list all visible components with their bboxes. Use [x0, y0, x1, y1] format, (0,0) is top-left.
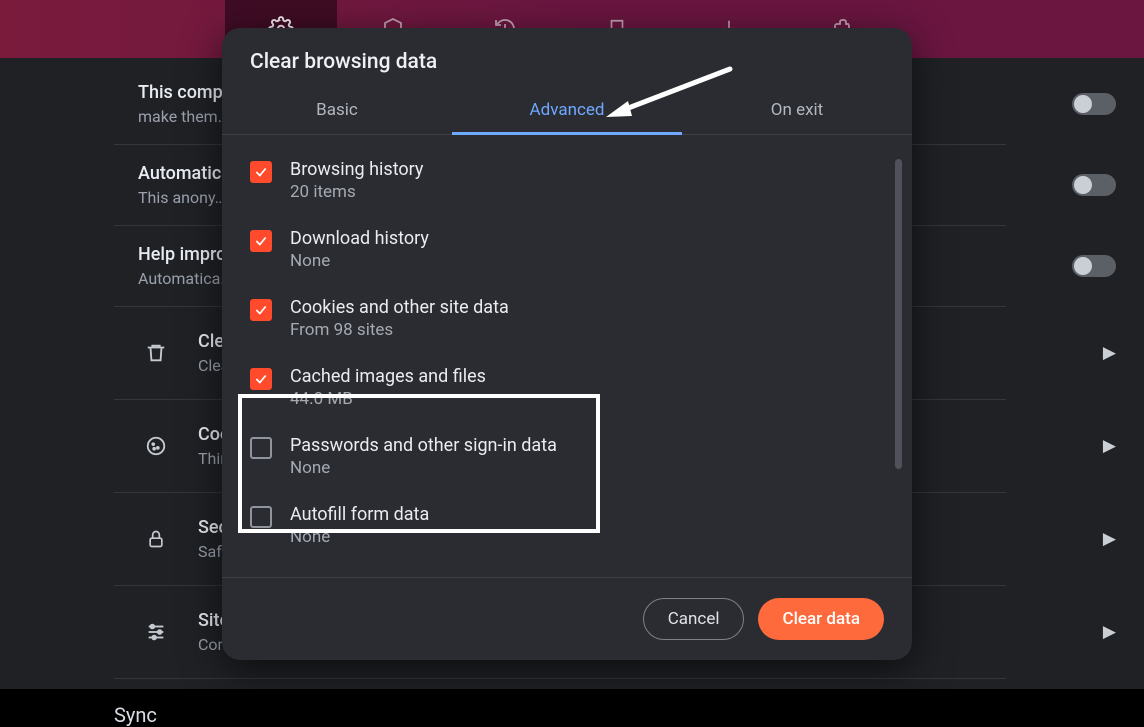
sync-heading: Sync: [114, 703, 1006, 727]
checkbox[interactable]: [250, 299, 272, 321]
clear-data-item: Download historyNone: [250, 218, 884, 287]
clear-data-item: Autofill form dataNone: [250, 494, 884, 563]
item-subtext: From 98 sites: [290, 320, 509, 340]
modal-tabs: Basic Advanced On exit: [222, 86, 912, 135]
item-subtext: 20 items: [290, 182, 423, 202]
item-label: Autofill form data: [290, 504, 429, 525]
tab-basic[interactable]: Basic: [222, 86, 452, 134]
modal-title: Clear browsing data: [222, 28, 912, 74]
clear-data-button[interactable]: Clear data: [758, 598, 884, 640]
modal-list: Browsing history20 itemsDownload history…: [222, 135, 912, 577]
clear-data-item: Cached images and files44.0 MB: [250, 356, 884, 425]
clear-data-item: Browsing history20 items: [250, 149, 884, 218]
scrollbar[interactable]: [895, 159, 902, 469]
tab-on-exit[interactable]: On exit: [682, 86, 912, 134]
cancel-button[interactable]: Cancel: [643, 598, 745, 640]
checkbox[interactable]: [250, 368, 272, 390]
item-subtext: None: [290, 527, 429, 547]
modal-overlay: Clear browsing data Basic Advanced On ex…: [0, 0, 1144, 689]
item-label: Download history: [290, 228, 429, 249]
checkbox[interactable]: [250, 161, 272, 183]
checkbox[interactable]: [250, 506, 272, 528]
item-label: Cookies and other site data: [290, 297, 509, 318]
item-label: Browsing history: [290, 159, 423, 180]
item-subtext: 44.0 MB: [290, 389, 486, 409]
clear-data-modal: Clear browsing data Basic Advanced On ex…: [222, 28, 912, 660]
item-label: Passwords and other sign-in data: [290, 435, 557, 456]
clear-data-item: Cookies and other site dataFrom 98 sites: [250, 287, 884, 356]
item-subtext: None: [290, 458, 557, 478]
checkbox[interactable]: [250, 437, 272, 459]
clear-data-item: Passwords and other sign-in dataNone: [250, 425, 884, 494]
modal-footer: Cancel Clear data: [222, 577, 912, 660]
item-subtext: None: [290, 251, 429, 271]
item-label: Cached images and files: [290, 366, 486, 387]
tab-advanced[interactable]: Advanced: [452, 86, 682, 135]
checkbox[interactable]: [250, 230, 272, 252]
